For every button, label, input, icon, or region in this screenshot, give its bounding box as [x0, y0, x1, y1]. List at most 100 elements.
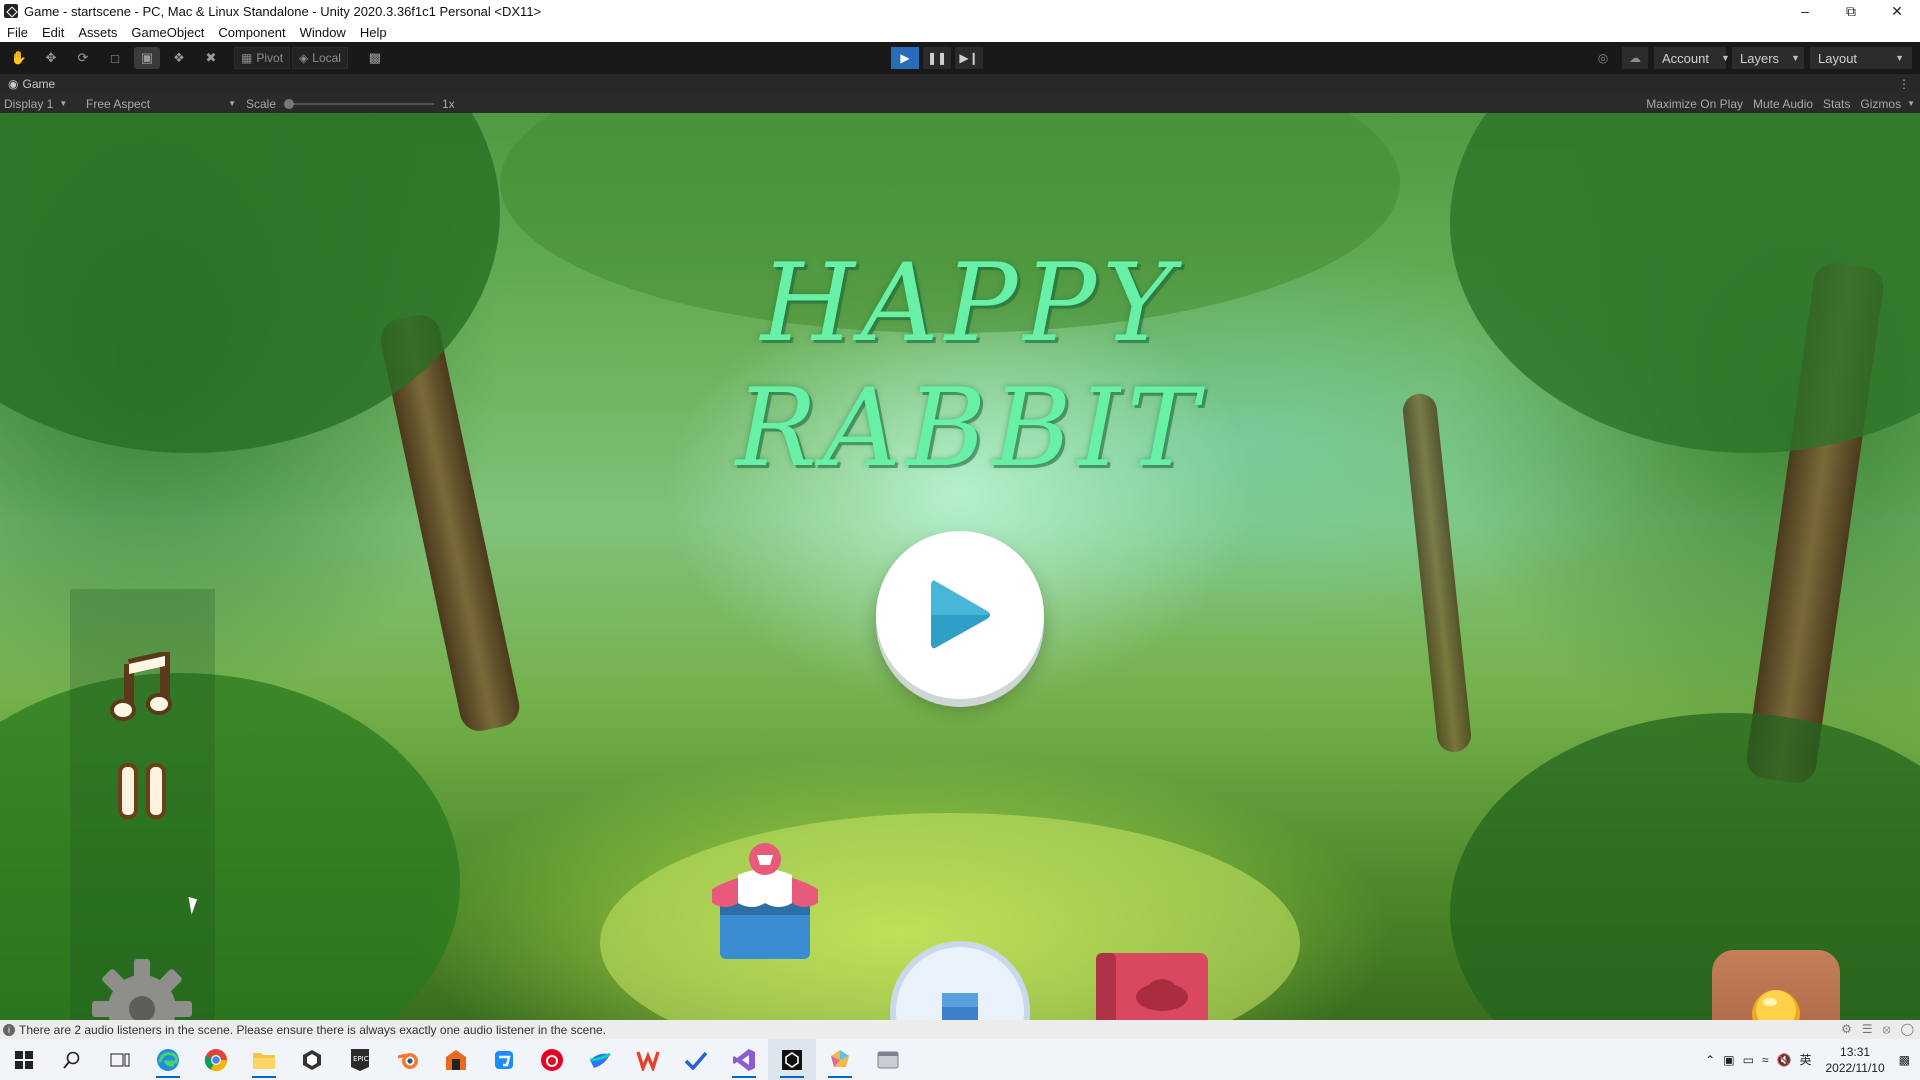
- gizmos-dropdown[interactable]: Gizmos ▼: [1855, 94, 1920, 113]
- more-options-icon[interactable]: ⋮: [1898, 77, 1910, 91]
- custom-tool-icon[interactable]: ✖: [198, 47, 224, 69]
- aspect-dropdown[interactable]: Free Aspect ▼: [82, 97, 240, 111]
- mute-label: Mute Audio: [1753, 96, 1814, 111]
- menu-help[interactable]: Help: [353, 25, 394, 40]
- network-share-icon[interactable]: ▣: [1723, 1053, 1734, 1067]
- pivot-label: Pivot: [256, 51, 284, 65]
- step-button[interactable]: ▶❙: [955, 47, 983, 69]
- account-label: Account: [1662, 50, 1709, 66]
- menu-assets[interactable]: Assets: [71, 25, 124, 40]
- layers-stack-icon[interactable]: ☰: [1862, 1022, 1873, 1037]
- start-game-button[interactable]: [876, 531, 1044, 699]
- feishu-icon[interactable]: [576, 1039, 624, 1080]
- chrome-icon[interactable]: [192, 1039, 240, 1080]
- paint-3d-icon[interactable]: [816, 1039, 864, 1080]
- unity-editor-icon[interactable]: [768, 1039, 816, 1080]
- pause-game-button[interactable]: [112, 761, 172, 821]
- unity-hub-icon[interactable]: [288, 1039, 336, 1080]
- music-note-icon: [110, 652, 172, 721]
- notification-icon[interactable]: ▩: [1899, 1053, 1910, 1067]
- clock-date: 2022/11/10: [1825, 1060, 1885, 1075]
- rotate-tool-icon[interactable]: ⟳: [70, 47, 96, 69]
- gear-icon: [92, 959, 192, 1020]
- hand-tool-icon[interactable]: ✋: [6, 47, 32, 69]
- layers-dropdown[interactable]: Layers ▼: [1732, 47, 1804, 69]
- menu-gameobject[interactable]: GameObject: [124, 25, 211, 40]
- game-view[interactable]: HAPPY RABBIT: [0, 113, 1920, 1020]
- music-button[interactable]: [104, 649, 180, 725]
- status-icons: ⚙ ☰ ⦻ ◯: [1841, 1022, 1914, 1037]
- chevron-up-icon[interactable]: ⌃: [1705, 1053, 1715, 1067]
- local-toggle[interactable]: ◈ Local: [292, 47, 348, 69]
- app-window-icon[interactable]: [864, 1039, 912, 1080]
- chevron-down-icon: ▼: [1895, 53, 1904, 63]
- clock-time: 13:31: [1840, 1044, 1871, 1059]
- display-dropdown[interactable]: Display 1 ▼: [0, 97, 82, 111]
- tab-game[interactable]: ◉ Game: [0, 77, 63, 91]
- volume-muted-icon[interactable]: 🔇: [1777, 1053, 1792, 1067]
- book-icon: [1096, 953, 1208, 1020]
- layout-dropdown[interactable]: Layout ▼: [1810, 47, 1912, 69]
- minimize-button[interactable]: –: [1782, 0, 1828, 22]
- move-tool-icon[interactable]: ✥: [38, 47, 64, 69]
- task-view-icon[interactable]: [96, 1039, 144, 1080]
- foliage: [1450, 713, 1920, 1020]
- scale-slider[interactable]: [284, 98, 435, 109]
- visual-studio-icon[interactable]: [720, 1039, 768, 1080]
- todo-icon[interactable]: [672, 1039, 720, 1080]
- settings-button[interactable]: [88, 955, 196, 1020]
- play-icon: [931, 580, 990, 649]
- gizmos-label: Gizmos: [1860, 96, 1902, 111]
- windows-start-icon[interactable]: [0, 1039, 48, 1080]
- menu-edit[interactable]: Edit: [35, 25, 71, 40]
- toolbar-right: ◎ ☁ Account ▼ Layers ▼ Layout ▼: [1590, 47, 1912, 69]
- search-icon[interactable]: [48, 1039, 96, 1080]
- epic-games-icon[interactable]: EPIC: [336, 1039, 384, 1080]
- restore-button[interactable]: ⧉: [1828, 0, 1874, 22]
- rect-tool-icon[interactable]: ▣: [134, 47, 160, 69]
- file-explorer-icon[interactable]: [240, 1039, 288, 1080]
- game-view-toggles: Maximize On Play Mute Audio Stats Gizmos…: [1641, 94, 1920, 113]
- guide-book-button[interactable]: [1088, 948, 1216, 1020]
- bug-icon[interactable]: ⚙: [1841, 1022, 1852, 1037]
- scale-tool-icon[interactable]: □: [102, 47, 128, 69]
- menu-component[interactable]: Component: [211, 25, 292, 40]
- chevron-down-icon: ▼: [228, 99, 236, 108]
- stats-toggle[interactable]: Stats: [1818, 94, 1855, 113]
- menu-file[interactable]: File: [0, 25, 35, 40]
- coin-box-button[interactable]: [1712, 950, 1840, 1020]
- progress-icon[interactable]: ◯: [1901, 1022, 1914, 1037]
- console-status-bar[interactable]: i There are 2 audio listeners in the sce…: [0, 1020, 1920, 1039]
- grid-snap-icon[interactable]: ▩: [362, 47, 388, 69]
- collab-history-icon[interactable]: ◎: [1590, 47, 1616, 69]
- battery-icon[interactable]: ▭: [1743, 1053, 1754, 1067]
- coin-icon: [1752, 990, 1800, 1020]
- netease-music-icon[interactable]: [528, 1039, 576, 1080]
- menu-bar: File Edit Assets GameObject Component Wi…: [0, 22, 1920, 42]
- mute-audio-toggle[interactable]: Mute Audio: [1748, 94, 1818, 113]
- close-button[interactable]: ✕: [1874, 0, 1920, 22]
- pause-button[interactable]: ❚❚: [923, 47, 951, 69]
- origin-game-icon[interactable]: [432, 1039, 480, 1080]
- pivot-toggle[interactable]: ▦ Pivot: [234, 47, 291, 69]
- wps-office-icon[interactable]: [624, 1039, 672, 1080]
- edge-browser-icon[interactable]: [144, 1039, 192, 1080]
- ime-indicator[interactable]: 英: [1799, 1051, 1811, 1068]
- scale-value: 1x: [442, 96, 455, 111]
- shop-icon: [712, 843, 818, 959]
- menu-window[interactable]: Window: [293, 25, 353, 40]
- blender-icon[interactable]: [384, 1039, 432, 1080]
- clock[interactable]: 13:31 2022/11/10: [1825, 1044, 1884, 1076]
- scale-control[interactable]: Scale 1x: [242, 97, 459, 111]
- account-dropdown[interactable]: Account ▼: [1654, 47, 1730, 69]
- cloud-icon[interactable]: ☁: [1622, 47, 1648, 69]
- tab-game-label: Game: [22, 77, 56, 91]
- play-button[interactable]: ▶: [891, 47, 919, 69]
- no-bug-icon[interactable]: ⦻: [1883, 1022, 1891, 1037]
- wifi-icon[interactable]: ≈: [1762, 1053, 1769, 1067]
- tencent-docs-icon[interactable]: [480, 1039, 528, 1080]
- maximize-on-play-toggle[interactable]: Maximize On Play: [1641, 94, 1748, 113]
- transform-tool-icon[interactable]: ❖: [166, 47, 192, 69]
- shop-button[interactable]: [700, 837, 830, 967]
- pause-icon: [118, 763, 166, 819]
